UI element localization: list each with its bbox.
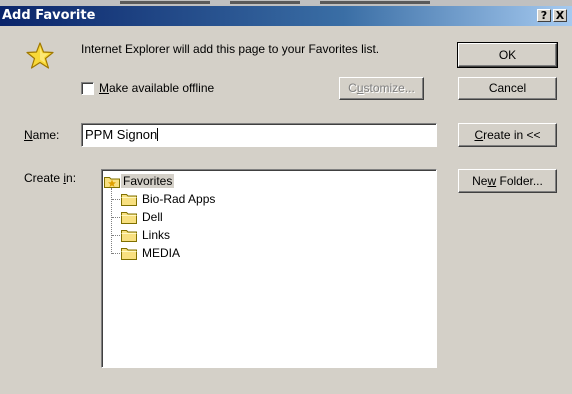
make-offline-label[interactable]: Make available offline <box>99 81 214 95</box>
name-value: PPM Signon <box>85 127 158 142</box>
ok-button[interactable]: OK <box>457 42 558 68</box>
tree-node-favorites[interactable]: Favorites <box>121 174 175 188</box>
folder-icon <box>121 212 137 224</box>
cancel-button[interactable]: Cancel <box>458 77 557 100</box>
name-input[interactable]: PPM Signon <box>81 123 437 147</box>
tree-connector <box>112 199 120 200</box>
folder-icon <box>121 248 137 260</box>
info-message: Internet Explorer will add this page to … <box>81 42 380 56</box>
favorites-folder-icon <box>104 177 120 188</box>
tree-node-media[interactable]: MEDIA <box>140 246 182 260</box>
create-in-label: Create in: <box>24 171 77 185</box>
folder-icon <box>121 230 137 242</box>
tree-node-links[interactable]: Links <box>140 228 172 242</box>
close-button[interactable]: X <box>553 9 567 22</box>
title-bar: Add Favorite ? X <box>0 6 572 26</box>
window-title: Add Favorite <box>2 8 96 23</box>
name-label: Name: <box>24 128 60 142</box>
tree-connector <box>111 188 112 254</box>
help-button[interactable]: ? <box>537 9 551 22</box>
make-offline-checkbox[interactable] <box>81 82 94 95</box>
tree-node-dell[interactable]: Dell <box>140 210 165 224</box>
create-in-button[interactable]: Create in << <box>458 123 557 147</box>
text-caret <box>157 128 159 141</box>
tree-node-bio-rad-apps[interactable]: Bio-Rad Apps <box>140 192 217 206</box>
new-folder-button[interactable]: New Folder... <box>458 169 557 193</box>
customize-button[interactable]: Customize... <box>339 77 424 100</box>
tree-connector <box>112 253 120 254</box>
tree-connector <box>112 235 120 236</box>
tree-connector <box>112 217 120 218</box>
folder-icon <box>121 194 137 206</box>
star-icon <box>26 42 54 69</box>
